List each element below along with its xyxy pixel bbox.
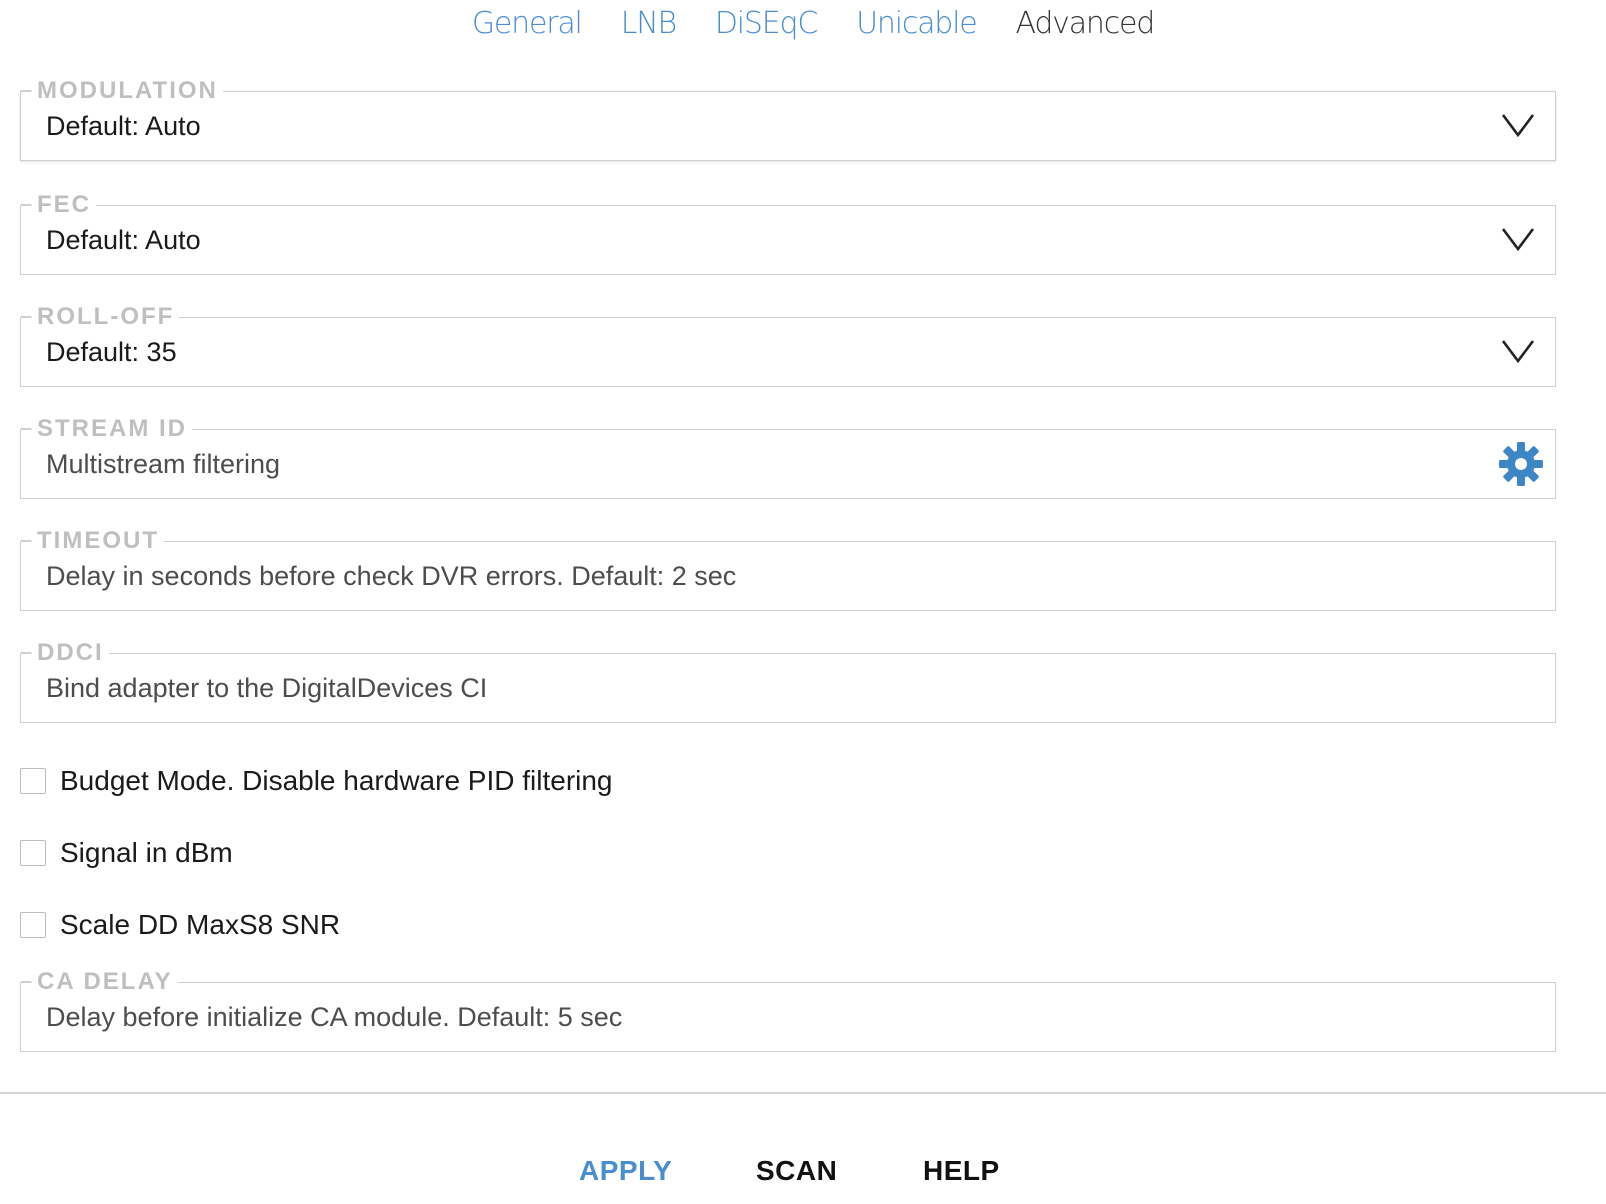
chevron-down-icon[interactable] <box>1501 112 1535 138</box>
adapter-settings-page: General LNB DiSEqC Unicable Advanced MOD… <box>0 0 1606 1204</box>
rolloff-value: Default: 35 <box>46 337 177 367</box>
signal-dbm-label[interactable]: Signal in dBm <box>60 837 233 869</box>
tab-advanced[interactable]: Advanced <box>1016 4 1156 44</box>
fec-legend: FEC <box>21 191 96 219</box>
gear-icon[interactable] <box>1497 440 1545 488</box>
help-button[interactable]: HELP <box>923 1155 1000 1187</box>
tab-diseqc[interactable]: DiSEqC <box>715 4 818 44</box>
apply-button[interactable]: APPLY <box>579 1155 672 1187</box>
scale-snr-label[interactable]: Scale DD MaxS8 SNR <box>60 909 340 941</box>
stream-id-field[interactable]: STREAM ID Multistream filtering <box>20 415 1556 499</box>
chevron-down-icon[interactable] <box>1501 226 1535 252</box>
modulation-select[interactable]: MODULATION Default: Auto <box>20 77 1556 161</box>
rolloff-select[interactable]: ROLL-OFF Default: 35 <box>20 303 1556 387</box>
ca-delay-placeholder: Delay before initialize CA module. Defau… <box>46 1002 623 1032</box>
fec-value: Default: Auto <box>46 225 201 255</box>
scale-snr-checkbox[interactable] <box>20 912 46 938</box>
budget-mode-label[interactable]: Budget Mode. Disable hardware PID filter… <box>60 765 613 797</box>
rolloff-legend: ROLL-OFF <box>20 303 180 331</box>
scale-snr-checkbox-row[interactable]: Scale DD MaxS8 SNR <box>20 909 340 941</box>
stream-id-placeholder: Multistream filtering <box>46 449 281 479</box>
ddci-legend: DDCI <box>21 639 109 667</box>
signal-dbm-checkbox[interactable] <box>20 840 46 866</box>
fec-select[interactable]: FEC Default: Auto <box>20 191 1556 275</box>
signal-dbm-checkbox-row[interactable]: Signal in dBm <box>20 837 233 869</box>
modulation-value: Default: Auto <box>46 111 201 141</box>
budget-mode-checkbox[interactable] <box>20 768 46 794</box>
tab-lnb[interactable]: LNB <box>621 4 677 44</box>
budget-mode-checkbox-row[interactable]: Budget Mode. Disable hardware PID filter… <box>20 765 613 797</box>
stream-id-legend: STREAM ID <box>21 415 192 443</box>
chevron-down-icon[interactable] <box>1501 338 1535 364</box>
footer-divider <box>0 1092 1606 1094</box>
scan-button[interactable]: SCAN <box>756 1155 837 1187</box>
ca-delay-input[interactable]: CA DELAY Delay before initialize CA modu… <box>20 968 1556 1052</box>
timeout-placeholder: Delay in seconds before check DVR errors… <box>46 561 737 591</box>
ca-delay-legend: CA DELAY <box>21 968 178 996</box>
tab-unicable[interactable]: Unicable <box>856 4 978 44</box>
timeout-legend: TIMEOUT <box>21 527 164 555</box>
ddci-input[interactable]: DDCI Bind adapter to the DigitalDevices … <box>20 639 1556 723</box>
modulation-legend: MODULATION <box>21 77 223 105</box>
ddci-placeholder: Bind adapter to the DigitalDevices CI <box>46 673 488 703</box>
timeout-input[interactable]: TIMEOUT Delay in seconds before check DV… <box>20 527 1556 611</box>
tab-bar: General LNB DiSEqC Unicable Advanced <box>0 4 1606 44</box>
tab-general[interactable]: General <box>472 4 583 44</box>
